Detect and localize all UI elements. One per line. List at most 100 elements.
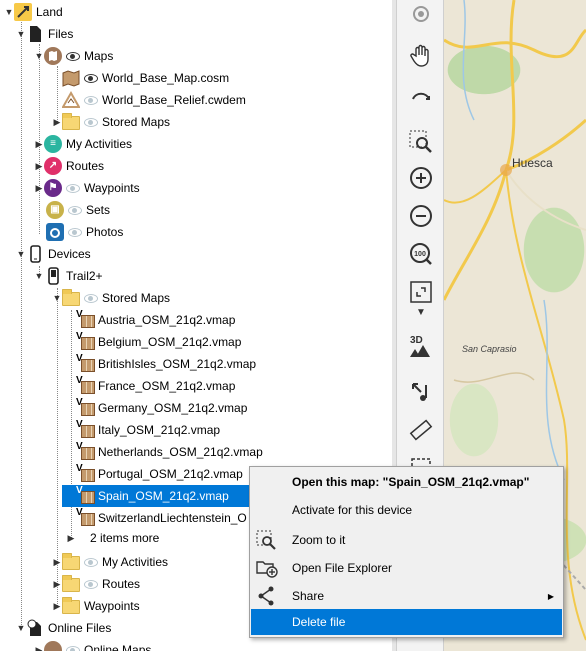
tree-item-photos[interactable]: Photos <box>46 221 123 243</box>
tree-item-world-base-relief[interactable]: World_Base_Relief.cwdem <box>61 89 246 111</box>
svg-text:100: 100 <box>414 251 426 258</box>
3d-view-icon[interactable]: 3D <box>407 332 435 360</box>
tree-item-vmap[interactable]: V BritishIsles_OSM_21q2.vmap <box>76 353 256 375</box>
tree-item-waypoints[interactable]: ▶ ⚑ Waypoints <box>34 177 140 199</box>
visibility-eye-icon[interactable] <box>68 205 82 215</box>
zoom-area-icon[interactable] <box>407 128 435 156</box>
map-city-label: Huesca <box>512 156 553 170</box>
tree-item-world-base-map[interactable]: World_Base_Map.cosm <box>62 67 229 89</box>
vmap-file-icon: V <box>76 463 96 483</box>
tree-item-routes[interactable]: ▶ ↗ Routes <box>34 155 104 177</box>
menu-item-zoom[interactable]: Zoom to it <box>251 527 562 553</box>
tree-item-trail2[interactable]: ▼ Trail2+ <box>34 265 103 287</box>
menu-label: Zoom to it <box>292 533 346 547</box>
locate-icon[interactable] <box>407 0 435 28</box>
expand-icon[interactable]: ▶ <box>34 139 44 149</box>
tree-item-device-my-activities[interactable]: ▶ My Activities <box>52 551 168 573</box>
tree-label: Waypoints <box>84 181 140 195</box>
tree-item-more[interactable]: ▶ 2 items more <box>66 527 160 549</box>
camera-icon <box>46 223 64 241</box>
map-file-icon <box>62 69 80 87</box>
tree-item-vmap[interactable]: V Germany_OSM_21q2.vmap <box>76 397 247 419</box>
visibility-eye-icon[interactable] <box>66 183 80 193</box>
ruler-icon[interactable] <box>407 416 435 444</box>
folder-icon <box>62 575 80 592</box>
zoom-to-icon <box>256 530 278 550</box>
fit-screen-icon[interactable] <box>407 278 435 306</box>
activities-icon: ≡ <box>44 135 62 153</box>
collapse-icon[interactable]: ▼ <box>52 293 62 303</box>
tree-item-stored-maps[interactable]: ▶ Stored Maps <box>52 111 170 133</box>
tree-item-sets[interactable]: ▣ Sets <box>46 199 110 221</box>
tree-item-devices[interactable]: ▼ Devices <box>16 243 91 265</box>
visibility-eye-icon[interactable] <box>66 645 80 651</box>
menu-label: Open File Explorer <box>292 561 393 575</box>
visibility-eye-icon[interactable] <box>84 557 98 567</box>
file-icon <box>26 25 44 43</box>
rotate-icon[interactable] <box>407 82 435 110</box>
visibility-eye-icon[interactable] <box>84 293 98 303</box>
collapse-icon[interactable]: ▼ <box>16 623 26 633</box>
expand-icon[interactable]: ▶ <box>52 117 62 127</box>
menu-item-delete[interactable]: Delete file <box>251 609 562 635</box>
tree-item-files[interactable]: ▼ Files <box>16 23 73 45</box>
tree-item-device-routes[interactable]: ▶ Routes <box>52 573 140 595</box>
visibility-eye-icon[interactable] <box>84 579 98 589</box>
tree-item-vmap[interactable]: V Portugal_OSM_21q2.vmap <box>76 463 243 485</box>
expand-icon[interactable]: ▶ <box>52 557 62 567</box>
folder-icon <box>62 597 80 614</box>
tree-label: Online Files <box>48 621 112 635</box>
tree-label: SwitzerlandLiechtenstein_O <box>98 511 247 525</box>
tree-item-vmap[interactable]: V Austria_OSM_21q2.vmap <box>76 309 235 331</box>
vmap-file-icon: V <box>76 375 96 395</box>
visibility-eye-icon[interactable] <box>84 95 98 105</box>
collapse-icon[interactable]: ▼ <box>34 271 44 281</box>
collapse-icon[interactable]: ▼ <box>4 7 14 17</box>
tree-item-my-activities[interactable]: ▶ ≡ My Activities <box>34 133 132 155</box>
menu-item-open-map[interactable]: Open this map: "Spain_OSM_21q2.vmap" <box>251 469 562 495</box>
chevron-down-icon[interactable]: ▼ <box>407 304 435 320</box>
expand-icon[interactable]: ▶ <box>52 579 62 589</box>
visibility-eye-icon[interactable] <box>66 51 80 61</box>
tree-item-vmap[interactable]: V Netherlands_OSM_21q2.vmap <box>76 441 263 463</box>
collapse-icon[interactable]: ▼ <box>16 29 26 39</box>
vmap-file-icon: V <box>76 397 96 417</box>
tree-item-vmap[interactable]: V Belgium_OSM_21q2.vmap <box>76 331 241 353</box>
relief-file-icon <box>61 90 81 109</box>
land-icon <box>14 3 32 21</box>
tree-item-online-maps[interactable]: ▶ Online Maps <box>34 639 151 651</box>
tree-label: Devices <box>48 247 91 261</box>
music-note-icon[interactable] <box>407 378 435 406</box>
visibility-eye-icon[interactable] <box>84 117 98 127</box>
collapse-icon[interactable]: ▼ <box>16 249 26 259</box>
expand-icon[interactable]: ▶ <box>34 161 44 171</box>
tree-item-device-waypoints[interactable]: ▶ Waypoints <box>52 595 140 617</box>
tree-item-vmap[interactable]: V SwitzerlandLiechtenstein_O <box>76 507 247 529</box>
tree-line <box>21 22 22 627</box>
tree-label: Photos <box>86 225 124 239</box>
menu-item-activate[interactable]: Activate for this device <box>251 497 562 523</box>
expand-icon[interactable]: ▶ <box>52 601 62 611</box>
context-menu: Open this map: "Spain_OSM_21q2.vmap" Act… <box>249 466 564 638</box>
menu-item-share[interactable]: Share ▶ <box>251 583 562 609</box>
tree-item-vmap[interactable]: V Italy_OSM_21q2.vmap <box>76 419 220 441</box>
expand-icon[interactable]: ▶ <box>34 183 44 193</box>
zoom-out-icon[interactable] <box>407 202 435 230</box>
expand-icon[interactable]: ▶ <box>66 533 76 543</box>
tree-item-online-files[interactable]: ▼ Online Files <box>16 617 111 639</box>
zoom-in-icon[interactable] <box>407 164 435 192</box>
tree-item-maps[interactable]: ▼ Maps <box>34 45 113 67</box>
menu-item-explorer[interactable]: Open File Explorer <box>251 555 562 581</box>
tree-label: Trail2+ <box>66 269 103 283</box>
tree-item-vmap[interactable]: V France_OSM_21q2.vmap <box>76 375 235 397</box>
tree-item-device-stored-maps[interactable]: ▼ Stored Maps <box>52 287 170 309</box>
visibility-eye-icon[interactable] <box>68 227 82 237</box>
visibility-eye-icon[interactable] <box>84 73 98 83</box>
expand-icon[interactable]: ▶ <box>34 645 44 651</box>
gps-device-icon <box>44 267 62 285</box>
collapse-icon[interactable]: ▼ <box>34 51 44 61</box>
tree-item-vmap-selected[interactable]: V Spain_OSM_21q2.vmap <box>62 485 250 507</box>
zoom-100-icon[interactable]: 100 <box>407 240 435 268</box>
hand-pan-icon[interactable] <box>407 42 435 70</box>
tree-item-land[interactable]: ▼ Land <box>4 1 63 23</box>
